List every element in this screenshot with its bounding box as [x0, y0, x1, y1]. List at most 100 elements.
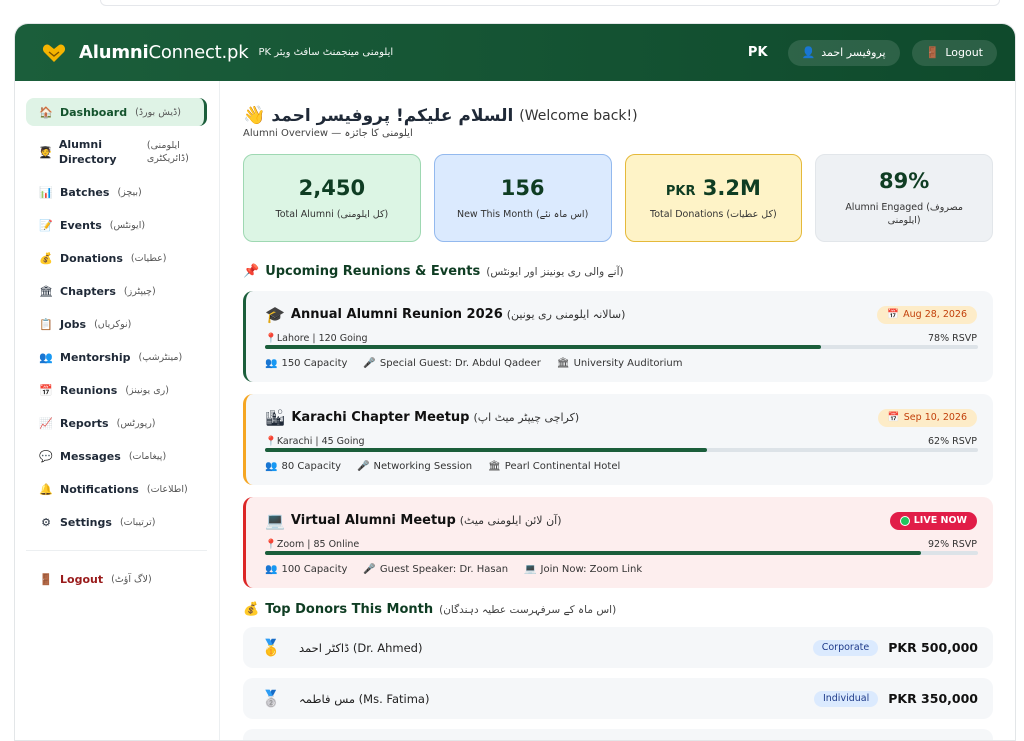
rsvp-progress-bar	[265, 448, 978, 452]
people-icon: 👥	[39, 350, 53, 364]
logout-button[interactable]: 🚪 Logout	[911, 39, 997, 66]
sidebar-item-batches[interactable]: 📊 Batches (بیچز)	[26, 178, 207, 206]
live-now-badge[interactable]: LIVE NOW	[889, 511, 977, 530]
event-card[interactable]: 🏙 Karachi Chapter Meetup (کراچی چیپٹر می…	[243, 394, 993, 485]
donor-name: مس فاطمہ (Ms. Fatima)	[299, 691, 430, 706]
event-join-link[interactable]: 💻 Join Now: Zoom Link	[524, 564, 642, 575]
donor-amount: PKR 500,000	[888, 640, 978, 655]
event-date-badge: 📅 Aug 28, 2026	[877, 305, 977, 324]
event-card[interactable]: 🎓 Annual Alumni Reunion 2026 (سالانہ ایل…	[243, 291, 993, 382]
event-capacity: 👥 150 Capacity	[265, 358, 348, 369]
live-dot-icon	[899, 515, 910, 526]
event-location: Karachi | 45 Going	[276, 436, 365, 447]
sidebar-item-mentorship[interactable]: 👥 Mentorship (مینٹرشپ)	[26, 343, 207, 371]
donor-row[interactable]: 🥈 مس فاطمہ (Ms. Fatima) Individual PKR 3…	[243, 678, 993, 719]
donor-name: ڈاکٹر احمد (Dr. Ahmed)	[299, 640, 423, 655]
location-pin-icon: 📍	[265, 539, 277, 550]
sidebar-item-reunions[interactable]: 📅 Reunions (ری یونینز)	[26, 376, 207, 404]
header-bar: AlumniConnect.pk PK ایلومنی مینجمنٹ سافٹ…	[15, 24, 1015, 81]
donor-row-partial[interactable]	[243, 729, 993, 740]
user-name: پروفیسر احمد	[821, 46, 886, 59]
header-subtitle: PK ایلومنی مینجمنٹ سافٹ ویئر	[258, 47, 394, 58]
chat-icon: 💬	[39, 449, 53, 463]
event-capacity: 👥 80 Capacity	[265, 461, 342, 472]
donor-type-badge: Corporate	[812, 639, 879, 656]
location-pin-icon: 📍	[265, 333, 277, 344]
people-icon: 👥	[265, 358, 278, 369]
stat-card-alumni-engaged[interactable]: 89% Alumni Engaged (مصروف ایلومنی)	[815, 154, 993, 242]
rsvp-percent: 92% RSVP	[928, 539, 977, 550]
door-icon: 🚪	[925, 46, 940, 59]
app-window: AlumniConnect.pk PK ایلومنی مینجمنٹ سافٹ…	[14, 23, 1016, 741]
events-section-title: 📌 Upcoming Reunions & Events (آنے والی ر…	[243, 264, 624, 279]
event-date-badge: 📅 Sep 10, 2026	[877, 408, 977, 427]
trend-chart-icon: 📈	[39, 416, 53, 430]
stats-row: 2,450 Total Alumni (کل ایلومنی) 156 New …	[243, 154, 993, 242]
waving-hand-icon: 👋	[243, 105, 266, 126]
heart-handshake-logo-icon	[41, 42, 67, 64]
event-title: Virtual Alumni Meetup	[290, 513, 456, 528]
sidebar-item-settings[interactable]: ⚙ Settings (ترتیبات)	[26, 508, 207, 536]
cityscape-icon: 🏙	[265, 408, 286, 427]
user-icon: 👤	[801, 46, 816, 59]
event-detail: 🎤 Networking Session	[357, 461, 473, 472]
rsvp-percent: 78% RSVP	[928, 333, 977, 344]
donors-section-title: 💰 Top Donors This Month (اس ماہ کے سرفہر…	[243, 602, 617, 617]
building-icon: 🏛	[556, 358, 570, 369]
event-venue: 🏛 Pearl Continental Hotel	[488, 461, 621, 472]
graduate-icon: 🧑‍🎓	[38, 145, 53, 159]
event-location: Lahore | 120 Going	[276, 333, 368, 344]
main-content: 👋 السلام علیکم! پروفیسر احمد (Welcome ba…	[243, 81, 993, 740]
home-icon: 🏠	[39, 105, 53, 119]
page-subtitle: Alumni Overview — ایلومنی کا جائزہ	[243, 128, 413, 139]
sidebar-item-donations[interactable]: 💰 Donations (عطیات)	[26, 244, 207, 272]
sidebar-item-alumni-directory[interactable]: 🧑‍🎓 Alumni Directory (ایلومنی ڈائریکٹری)	[26, 131, 207, 173]
sidebar-item-events[interactable]: 📝 Events (ایونٹس)	[26, 211, 207, 239]
donor-amount: PKR 350,000	[888, 691, 978, 706]
donor-type-badge: Individual	[813, 690, 879, 707]
event-detail: 🎤 Guest Speaker: Dr. Hasan	[363, 564, 509, 575]
building-icon: 🏛	[39, 284, 53, 298]
sidebar-divider	[26, 550, 207, 551]
rsvp-progress-fill	[265, 345, 822, 349]
sidebar-item-chapters[interactable]: 🏛 Chapters (چیپٹرز)	[26, 277, 207, 305]
gear-icon: ⚙	[41, 515, 51, 529]
stat-card-total-alumni[interactable]: 2,450 Total Alumni (کل ایلومنی)	[243, 154, 421, 242]
sidebar-item-notifications[interactable]: 🔔 Notifications (اطلاعات)	[26, 475, 207, 503]
money-bag-icon: 💰	[39, 251, 53, 265]
door-icon: 🚪	[39, 572, 53, 586]
sidebar-item-reports[interactable]: 📈 Reports (رپورٹس)	[26, 409, 207, 437]
sidebar-item-jobs[interactable]: 📋 Jobs (نوکریاں)	[26, 310, 207, 338]
pushpin-icon: 📌	[243, 264, 260, 279]
user-profile-button[interactable]: 👤 پروفیسر احمد	[787, 39, 900, 66]
sidebar-item-dashboard[interactable]: 🏠 Dashboard (ڈیش بورڈ)	[26, 98, 207, 126]
event-title: Annual Alumni Reunion 2026	[290, 307, 503, 322]
brand-name[interactable]: AlumniConnect.pk	[79, 42, 249, 63]
rsvp-progress-bar	[265, 345, 978, 349]
sidebar: 🏠 Dashboard (ڈیش بورڈ) 🧑‍🎓 Alumni Direct…	[15, 81, 220, 740]
event-title: Karachi Chapter Meetup	[291, 410, 470, 425]
event-location: Zoom | 85 Online	[276, 539, 360, 550]
event-venue: 🏛 University Auditorium	[556, 358, 683, 369]
welcome-heading: 👋 السلام علیکم! پروفیسر احمد (Welcome ba…	[243, 105, 638, 126]
stat-card-total-donations[interactable]: PKR 3.2M Total Donations (کل عطیات)	[624, 154, 803, 242]
calendar-icon: 📅	[887, 309, 900, 320]
sidebar-item-logout[interactable]: 🚪 Logout (لاگ آؤٹ)	[26, 565, 207, 593]
event-card[interactable]: 💻 Virtual Alumni Meetup (آن لائن ایلومنی…	[243, 497, 993, 588]
location-pin-icon: 📍	[265, 436, 277, 447]
bell-icon: 🔔	[39, 482, 53, 496]
logout-label: Logout	[945, 46, 983, 59]
memo-icon: 📝	[39, 218, 53, 232]
graduation-cap-icon: 🎓	[265, 305, 285, 324]
sidebar-item-messages[interactable]: 💬 Messages (پیغامات)	[26, 442, 207, 470]
event-detail: 🎤 Special Guest: Dr. Abdul Qadeer	[363, 358, 541, 369]
microphone-icon: 🎤	[363, 564, 376, 575]
bar-chart-icon: 📊	[39, 185, 53, 199]
rsvp-progress-bar	[265, 551, 978, 555]
people-icon: 👥	[265, 564, 278, 575]
stat-card-new-this-month[interactable]: 156 New This Month (اس ماہ نئے)	[433, 154, 612, 242]
people-icon: 👥	[265, 461, 278, 472]
event-capacity: 👥 100 Capacity	[265, 564, 348, 575]
silver-medal-icon: 🥈	[261, 689, 281, 708]
donor-row[interactable]: 🥇 ڈاکٹر احمد (Dr. Ahmed) Corporate PKR 5…	[243, 627, 993, 668]
